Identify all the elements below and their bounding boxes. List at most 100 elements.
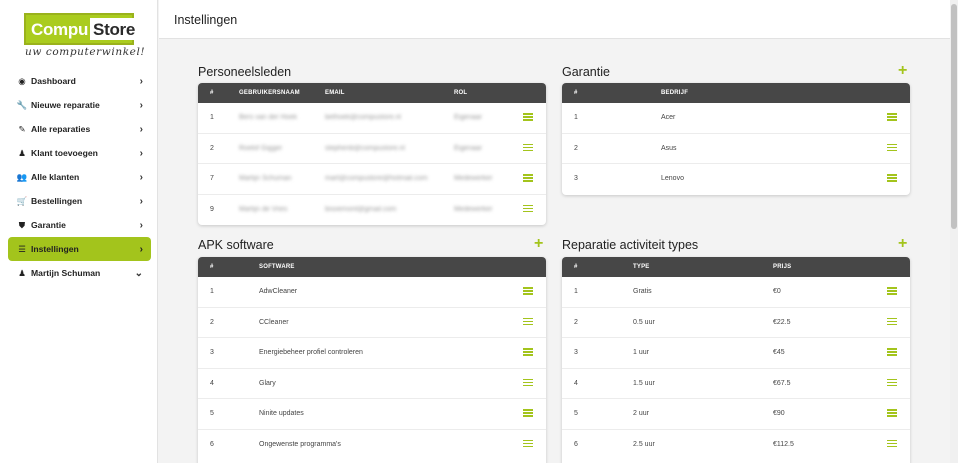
sidebar-item-label: Alle reparaties (31, 124, 91, 134)
compustore-logo[interactable]: Compu Store uw computerwinkel! (24, 13, 145, 59)
table-row: 2 CCleaner (198, 308, 546, 338)
table-cell: 1 (210, 288, 214, 295)
hamburger-menu-icon[interactable] (887, 378, 897, 387)
table-row: 1 Gratis €0 (562, 277, 910, 308)
table-cell: Lenovo (661, 175, 684, 182)
table-cell: 6 (574, 440, 578, 448)
apk-table: # SOFTWARE 1 AdwCleaner 2 CCleaner 3 Energieb… (198, 257, 546, 463)
table-cell: 3 (210, 349, 214, 356)
hamburger-menu-icon[interactable] (523, 113, 533, 121)
hamburger-menu-icon[interactable] (887, 317, 897, 326)
logo-box: Compu Store (24, 13, 139, 45)
table-cell: 2 (574, 318, 578, 326)
logo-part2: Store (90, 18, 139, 40)
table-cell: Medewerker (454, 175, 493, 182)
sidebar: Compu Store uw computerwinkel! ◉ Dashboar… (0, 0, 158, 463)
table-cell: AdwCleaner (259, 288, 298, 295)
table-cell: Martijn de Vries (239, 205, 288, 213)
chevron-right-icon: › (139, 219, 143, 231)
hamburger-menu-icon[interactable] (887, 348, 897, 356)
col-header: TYPE (633, 264, 650, 270)
sidebar-item-nieuwe-reparatie[interactable]: 🔧 Nieuwe reparatie › (8, 93, 151, 117)
hamburger-menu-icon[interactable] (887, 409, 897, 417)
table-cell: 3 (574, 349, 578, 356)
col-header: # (574, 264, 578, 270)
table-cell: 1 (574, 114, 578, 121)
wrench-icon: 🔧 (16, 99, 28, 110)
table-cell: 4 (574, 379, 578, 387)
logo-tagline: uw computerwinkel! (25, 46, 146, 58)
table-cell: 4 (210, 379, 214, 387)
sidebar-item-dashboard[interactable]: ◉ Dashboard › (8, 69, 151, 93)
add-garantie-button[interactable]: + (898, 62, 907, 80)
sidebar-item-garantie[interactable]: ⛊ Garantie › (8, 213, 151, 237)
scrollbar[interactable] (950, 0, 958, 463)
hamburger-menu-icon[interactable] (523, 287, 533, 295)
hamburger-menu-icon[interactable] (523, 378, 533, 387)
col-header: BEDRIJF (661, 90, 689, 96)
sidebar-item-alle-reparaties[interactable]: ✎ Alle reparaties › (8, 117, 151, 141)
hamburger-menu-icon[interactable] (523, 143, 533, 152)
add-reparatie-type-button[interactable]: + (898, 235, 907, 253)
hamburger-menu-icon[interactable] (523, 439, 533, 448)
garantie-table: # BEDRIJF 1 Acer 2 Asus 3 Lenovo (562, 83, 910, 195)
table-cell: 1 (574, 288, 578, 295)
table-cell: 5 (210, 410, 214, 417)
table-cell: Glary (259, 379, 276, 387)
chevron-right-icon: › (139, 75, 143, 87)
sidebar-item-label: Nieuwe reparatie (31, 100, 100, 110)
garantie-title: Garantie (562, 65, 610, 79)
scrollbar-thumb[interactable] (951, 4, 957, 229)
table-cell: 1.5 uur (633, 379, 655, 387)
hamburger-menu-icon[interactable] (887, 113, 897, 121)
table-row: 9 Martijn de Vries bisoemont@gmail.com Mede… (198, 195, 546, 226)
table-cell: Roelof Gigger (239, 144, 283, 152)
chevron-right-icon: › (139, 171, 143, 183)
sidebar-item-bestellingen[interactable]: 🛒 Bestellingen › (8, 189, 151, 213)
hamburger-menu-icon[interactable] (887, 287, 897, 295)
sidebar-item-martijn-schuman[interactable]: ♟ Martijn Schuman ⌄ (8, 261, 151, 285)
table-cell: bethoek@compustore.nl (325, 114, 401, 121)
hamburger-menu-icon[interactable] (523, 204, 533, 213)
col-header: # (210, 90, 214, 96)
table-cell: Asus (661, 144, 677, 152)
table-row: 2 Asus (562, 134, 910, 164)
hamburger-menu-icon[interactable] (523, 348, 533, 356)
hamburger-menu-icon[interactable] (887, 174, 897, 182)
table-row: 7 Martijn Schuman mart@compustore@hotmail.… (198, 164, 546, 195)
table-row: 4 Glary (198, 369, 546, 399)
col-header: SOFTWARE (259, 264, 295, 270)
gauge-icon: ◉ (18, 75, 26, 86)
sidebar-item-instellingen[interactable]: ☰ Instellingen › (8, 237, 151, 261)
hamburger-menu-icon[interactable] (887, 439, 897, 448)
hamburger-menu-icon[interactable] (523, 174, 533, 182)
table-cell: 6 (210, 440, 214, 448)
col-header: PRIJS (773, 264, 792, 270)
chevron-right-icon: › (139, 99, 143, 111)
hamburger-menu-icon[interactable] (523, 317, 533, 326)
table-cell: stephenb@compustore.nl (325, 144, 405, 152)
page-title: Instellingen (174, 13, 238, 27)
sidebar-item-klant-toevoegen[interactable]: ♟ Klant toevoegen › (8, 141, 151, 165)
sidebar-item-label: Bestellingen (31, 196, 83, 206)
table-cell: 1 (210, 114, 214, 121)
sidebar-nav: ◉ Dashboard › 🔧 Nieuwe reparatie › ✎ Alle repar… (8, 69, 151, 285)
table-cell: 3 (574, 175, 578, 182)
hamburger-menu-icon[interactable] (887, 143, 897, 152)
table-cell: 2.5 uur (633, 440, 655, 448)
apk-title: APK software (198, 238, 274, 252)
col-header: EMAIL (325, 90, 345, 96)
users-icon: 👥 (16, 171, 28, 182)
hamburger-menu-icon[interactable] (523, 409, 533, 417)
col-header: ROL (454, 90, 468, 96)
table-row: 1 Bers van der Hoek bethoek@compustore.nl E… (198, 103, 546, 134)
sidebar-item-alle-klanten[interactable]: 👥 Alle klanten › (8, 165, 151, 189)
table-row: 5 2 uur €90 (562, 399, 910, 430)
add-apk-button[interactable]: + (534, 235, 543, 253)
table-row: 3 Lenovo (562, 164, 910, 195)
table-cell: €112.5 (773, 440, 794, 448)
table-cell: 9 (210, 205, 214, 213)
table-cell: bisoemont@gmail.com (325, 205, 397, 213)
table-cell: mart@compustore@hotmail.com (325, 175, 428, 182)
sidebar-item-label: Dashboard (31, 76, 76, 86)
